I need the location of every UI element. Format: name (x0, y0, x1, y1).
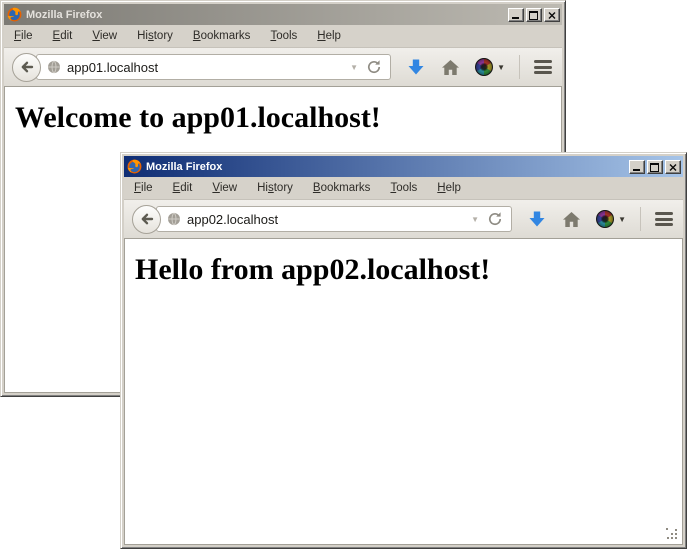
maximize-button[interactable] (526, 8, 542, 22)
globe-icon (167, 212, 181, 226)
menu-history[interactable]: History (250, 180, 300, 196)
menu-file[interactable]: File (127, 180, 160, 196)
page-heading: Welcome to app01.localhost! (15, 101, 561, 135)
firefox-logo-icon[interactable] (127, 159, 142, 174)
reload-button[interactable] (485, 211, 505, 227)
hamburger-menu-icon (655, 212, 673, 215)
toolbar-separator (640, 207, 641, 231)
reload-button[interactable] (364, 59, 384, 75)
urlbar-dropdown-icon[interactable]: ▼ (344, 63, 364, 72)
page-heading: Hello from app02.localhost! (135, 253, 682, 287)
globe-icon (47, 60, 61, 74)
close-button[interactable] (544, 8, 560, 22)
menu-view[interactable]: View (85, 28, 124, 44)
menu-tools[interactable]: Tools (383, 180, 424, 196)
menu-bar: File Edit View History Bookmarks Tools H… (124, 177, 683, 199)
home-icon (562, 211, 581, 228)
colorwheel-addon-icon (596, 210, 614, 228)
menu-edit[interactable]: Edit (166, 180, 200, 196)
url-value: app02.localhost (187, 212, 465, 227)
maximize-button[interactable] (647, 160, 663, 174)
minimize-button[interactable] (629, 160, 645, 174)
firefox-logo-icon[interactable] (7, 7, 22, 22)
hamburger-menu-icon (534, 60, 552, 63)
navigation-toolbar: app02.localhost ▼ ▼ (124, 199, 683, 238)
dropdown-caret-icon: ▼ (618, 215, 626, 224)
desktop: Mozilla Firefox File Edit View History B… (0, 0, 688, 551)
home-icon (441, 59, 460, 76)
toolbar-separator (519, 55, 520, 79)
addon-colorwheel-button[interactable]: ▼ (596, 210, 626, 228)
downloads-button[interactable] (527, 209, 547, 229)
hamburger-menu-button[interactable] (653, 206, 675, 233)
page-content: Hello from app02.localhost! (124, 238, 683, 545)
close-icon (548, 12, 556, 19)
reload-icon (366, 59, 382, 75)
url-bar[interactable]: app01.localhost ▼ (36, 54, 391, 80)
back-button[interactable] (132, 205, 161, 234)
hamburger-menu-button[interactable] (532, 54, 554, 81)
close-button[interactable] (665, 160, 681, 174)
menu-bookmarks[interactable]: Bookmarks (186, 28, 258, 44)
back-button[interactable] (12, 53, 41, 82)
addon-colorwheel-button[interactable]: ▼ (475, 58, 505, 76)
back-icon (19, 59, 35, 75)
menu-tools[interactable]: Tools (263, 28, 304, 44)
titlebar[interactable]: Mozilla Firefox (124, 156, 683, 177)
urlbar-dropdown-icon[interactable]: ▼ (465, 215, 485, 224)
reload-icon (487, 211, 503, 227)
firefox-window-app02: Mozilla Firefox File Edit View History B… (120, 152, 687, 549)
colorwheel-addon-icon (475, 58, 493, 76)
home-button[interactable] (562, 211, 581, 228)
download-icon (406, 57, 426, 77)
resize-grip[interactable] (666, 528, 679, 541)
navigation-toolbar: app01.localhost ▼ ▼ (4, 47, 562, 86)
dropdown-caret-icon: ▼ (497, 63, 505, 72)
menu-view[interactable]: View (205, 180, 244, 196)
window-title: Mozilla Firefox (146, 161, 629, 173)
close-icon (669, 164, 677, 171)
home-button[interactable] (441, 59, 460, 76)
menu-edit[interactable]: Edit (46, 28, 80, 44)
url-value: app01.localhost (67, 60, 344, 75)
url-bar[interactable]: app02.localhost ▼ (156, 206, 512, 232)
window-title: Mozilla Firefox (26, 9, 508, 21)
downloads-button[interactable] (406, 57, 426, 77)
titlebar[interactable]: Mozilla Firefox (4, 4, 562, 25)
back-icon (139, 211, 155, 227)
menu-history[interactable]: History (130, 28, 180, 44)
menu-bookmarks[interactable]: Bookmarks (306, 180, 378, 196)
menu-file[interactable]: File (7, 28, 40, 44)
menu-help[interactable]: Help (430, 180, 468, 196)
minimize-button[interactable] (508, 8, 524, 22)
download-icon (527, 209, 547, 229)
menu-bar: File Edit View History Bookmarks Tools H… (4, 25, 562, 47)
menu-help[interactable]: Help (310, 28, 348, 44)
